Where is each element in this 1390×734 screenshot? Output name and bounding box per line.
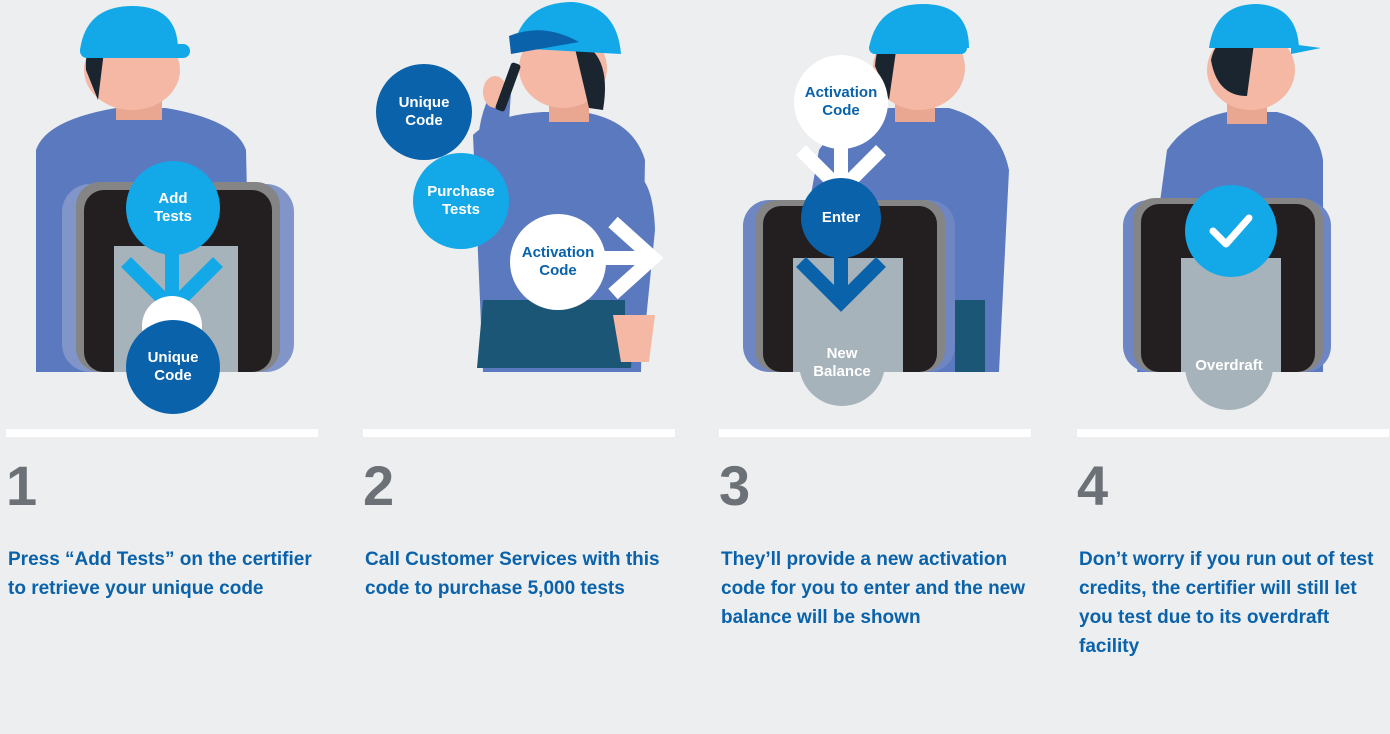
step-4: Overdraft 4 Don’t worry if you run out o… xyxy=(1077,0,1389,734)
step-divider xyxy=(6,429,318,437)
overdraft-bubble: Overdraft xyxy=(1185,322,1273,410)
step-2-illustration: Unique Code Purchase Tests Activation Co… xyxy=(363,0,675,420)
step-number: 2 xyxy=(363,454,395,517)
step-divider xyxy=(719,429,1031,437)
add-tests-bubble: Add Tests xyxy=(126,161,220,255)
activation-code-bubble: Activation Code xyxy=(794,55,888,149)
checkmark-icon xyxy=(1209,214,1253,248)
step-divider xyxy=(363,429,675,437)
new-balance-bubble: New Balance xyxy=(799,320,885,406)
unique-code-bubble: Unique Code xyxy=(376,64,472,160)
step-description: Don’t worry if you run out of test credi… xyxy=(1079,549,1374,657)
step-2: Unique Code Purchase Tests Activation Co… xyxy=(363,0,675,734)
step-3-illustration: Activation Code Enter New Balance xyxy=(719,0,1031,420)
step-number: 1 xyxy=(6,454,38,517)
purchase-tests-bubble: Purchase Tests xyxy=(413,153,509,249)
step-1: Add Tests Unique Code 1 Press “Add Tests… xyxy=(6,0,318,734)
checkmark-bubble xyxy=(1185,185,1277,277)
activation-code-bubble: Activation Code xyxy=(510,214,606,310)
step-4-illustration: Overdraft xyxy=(1077,0,1389,420)
technician-on-phone xyxy=(473,2,664,372)
step-number: 4 xyxy=(1077,454,1109,517)
enter-bubble: Enter xyxy=(801,178,881,258)
step-description: Call Customer Services with this code to… xyxy=(365,549,660,599)
step-divider xyxy=(1077,429,1389,437)
steps-infographic: Add Tests Unique Code 1 Press “Add Tests… xyxy=(0,0,1390,734)
unique-code-bubble: Unique Code xyxy=(126,320,220,414)
step-1-illustration: Add Tests Unique Code xyxy=(6,0,318,420)
step-number: 3 xyxy=(719,454,751,517)
step-3: Activation Code Enter New Balance 3 They… xyxy=(719,0,1031,734)
step-description: They’ll provide a new activation code fo… xyxy=(721,549,1026,628)
step-description: Press “Add Tests” on the certifier to re… xyxy=(8,549,312,599)
